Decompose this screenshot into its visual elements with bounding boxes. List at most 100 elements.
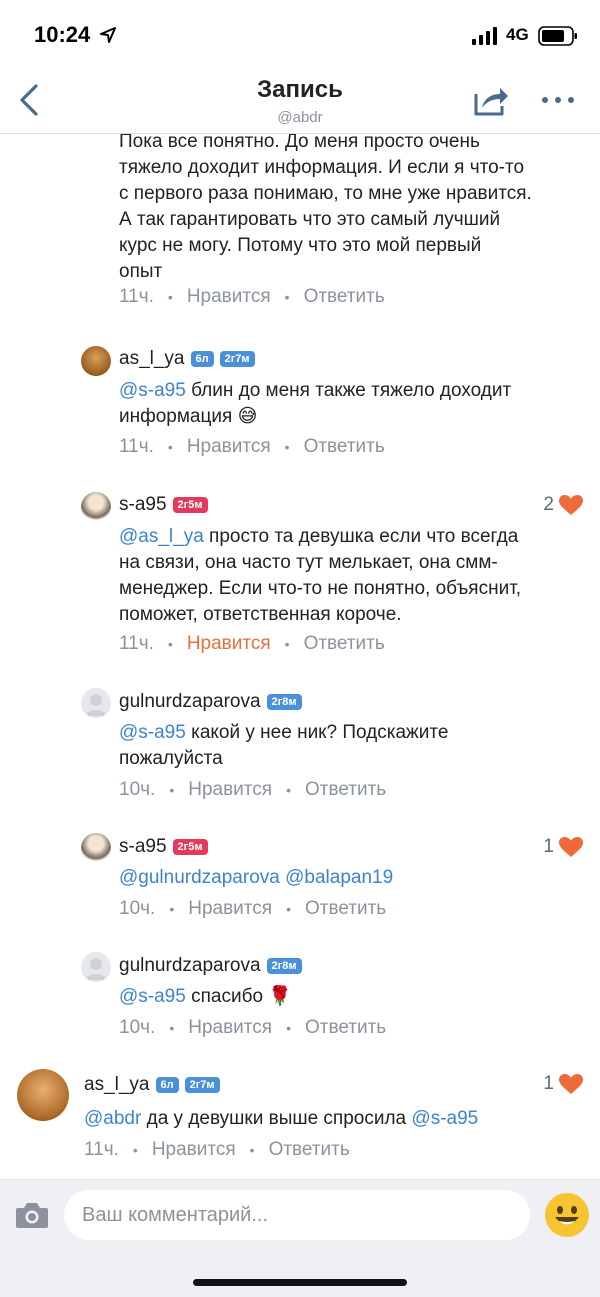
comment-meta: 10ч. • Нравится • Ответить — [119, 898, 387, 920]
username[interactable]: s-a95 — [119, 836, 167, 858]
username[interactable]: as_l_ya — [119, 348, 185, 370]
status-bar: 10:24 4G — [0, 0, 600, 66]
mention-link[interactable]: @gulnurdzaparova — [119, 867, 280, 888]
likes-count: 1 — [543, 1073, 554, 1094]
reply-button[interactable]: Ответить — [305, 1017, 386, 1039]
share-icon[interactable] — [470, 82, 510, 118]
comment-meta: 11ч. • Нравится • Ответить — [119, 633, 385, 655]
user-badge: 2г8м — [266, 958, 302, 974]
user-badge: 6л — [190, 351, 214, 367]
comment-time: 11ч. — [119, 286, 154, 307]
likes-count: 2 — [543, 494, 554, 515]
reply-button[interactable]: Ответить — [304, 286, 385, 308]
battery-icon — [538, 26, 577, 46]
comment-text: просто та девушка если что всегда — [203, 526, 519, 547]
avatar[interactable] — [17, 1069, 69, 1121]
username[interactable]: s-a95 — [119, 494, 167, 516]
mention-link[interactable]: @abdr — [84, 1108, 141, 1129]
comment-text: какой у нее ник? Подскажите — [185, 722, 449, 743]
like-button[interactable]: Нравится — [187, 633, 271, 655]
mention-link[interactable]: @as_l_ya — [119, 526, 204, 547]
like-button[interactable]: Нравится — [152, 1139, 236, 1161]
likes-counter[interactable]: 1 — [543, 836, 584, 858]
comment-meta: 10ч. • Нравится • Ответить — [119, 779, 387, 801]
comment-meta: 11ч. • Нравится • Ответить — [119, 436, 385, 458]
like-button[interactable]: Нравится — [188, 779, 272, 801]
like-button[interactable]: Нравится — [188, 898, 272, 920]
avatar[interactable] — [81, 346, 111, 376]
comment-text: да у девушки выше спросила — [141, 1108, 412, 1129]
comment-input[interactable] — [64, 1190, 530, 1240]
comment-meta: 11ч. • Нравится • Ответить — [119, 286, 385, 308]
mention-link[interactable]: @s-a95 — [119, 986, 186, 1007]
emoji-icon[interactable] — [544, 1192, 590, 1238]
default-avatar-icon — [85, 694, 107, 716]
signal-icon — [472, 27, 497, 45]
avatar[interactable] — [81, 492, 111, 522]
comment-text-line: А так гарантировать что это самый лучший — [119, 209, 501, 230]
comment-meta: 11ч. • Нравится • Ответить — [84, 1139, 350, 1161]
comment-text-line: тяжело доходит информация. И если я что-… — [119, 157, 525, 178]
user-badge: 2г7м — [184, 1077, 220, 1093]
page-subtitle[interactable]: @abdr — [0, 109, 600, 126]
comment-text: поможет, ответственная короче. — [119, 604, 402, 625]
comment-composer — [0, 1179, 600, 1297]
reply-button[interactable]: Ответить — [269, 1139, 350, 1161]
location-arrow-icon — [100, 27, 116, 43]
like-button[interactable]: Нравится — [187, 286, 271, 308]
comment-time: 11ч. — [119, 633, 154, 654]
default-avatar-icon — [85, 958, 107, 980]
user-badge: 2г5м — [172, 497, 208, 513]
comment-text: менеджер. Если что-то не понятно, объясн… — [119, 578, 522, 599]
likes-count: 1 — [543, 836, 554, 857]
mention-link[interactable]: @s-a95 — [119, 722, 186, 743]
reply-button[interactable]: Ответить — [305, 779, 386, 801]
heart-icon[interactable] — [558, 836, 584, 858]
home-indicator — [193, 1279, 407, 1286]
user-badge: 2г7м — [219, 351, 255, 367]
comment-time: 10ч. — [119, 898, 156, 919]
network-type: 4G — [506, 25, 529, 44]
mention-link[interactable]: @s-a95 — [411, 1108, 478, 1129]
reply-button[interactable]: Ответить — [305, 898, 386, 920]
mention-link[interactable]: @balapan19 — [285, 867, 393, 888]
nav-header: Запись @abdr — [0, 66, 600, 134]
status-time: 10:24 — [34, 22, 91, 47]
heart-icon[interactable] — [558, 1073, 584, 1095]
avatar[interactable] — [81, 833, 111, 863]
comment-text: блин до меня также тяжело доходит — [185, 380, 512, 401]
heart-icon[interactable] — [558, 494, 584, 516]
comment-meta: 10ч. • Нравится • Ответить — [119, 1017, 387, 1039]
comment-time: 10ч. — [119, 1017, 156, 1038]
like-button[interactable]: Нравится — [188, 1017, 272, 1039]
comment-text: пожалуйста — [119, 748, 223, 769]
comment-time: 10ч. — [119, 779, 156, 800]
avatar[interactable] — [81, 688, 111, 718]
reply-button[interactable]: Ответить — [304, 633, 385, 655]
mention-link[interactable]: @s-a95 — [119, 380, 186, 401]
comment-text-line: курс не могу. Потому что это мой первый — [119, 235, 482, 256]
comments-list[interactable]: Пока все понятно. До меня просто очень т… — [0, 134, 600, 1179]
likes-counter[interactable]: 1 — [543, 1073, 584, 1095]
user-badge: 2г5м — [172, 839, 208, 855]
avatar[interactable] — [81, 952, 111, 982]
user-badge: 6л — [155, 1077, 179, 1093]
comment-time: 11ч. — [119, 436, 154, 457]
reply-button[interactable]: Ответить — [304, 436, 385, 458]
comment-text: информация 😅 — [119, 406, 258, 427]
username[interactable]: gulnurdzaparova — [119, 955, 261, 977]
like-button[interactable]: Нравится — [187, 436, 271, 458]
likes-counter[interactable]: 2 — [543, 494, 584, 516]
username[interactable]: as_l_ya — [84, 1074, 150, 1096]
user-badge: 2г8м — [266, 694, 302, 710]
more-icon[interactable] — [540, 92, 576, 108]
comment-text-line: Пока все понятно. До меня просто очень — [119, 134, 480, 152]
comment-time: 11ч. — [84, 1139, 119, 1160]
comment-text-line: с первого раза понимаю, то мне уже нрави… — [119, 183, 532, 204]
username[interactable]: gulnurdzaparova — [119, 691, 261, 713]
comment-text: спасибо 🌹 — [185, 986, 292, 1007]
comment-text-line: опыт — [119, 261, 163, 282]
page-title: Запись — [257, 76, 343, 103]
camera-icon[interactable] — [14, 1200, 50, 1230]
comment-text: на связи, она часто тут мелькает, она см… — [119, 552, 498, 573]
